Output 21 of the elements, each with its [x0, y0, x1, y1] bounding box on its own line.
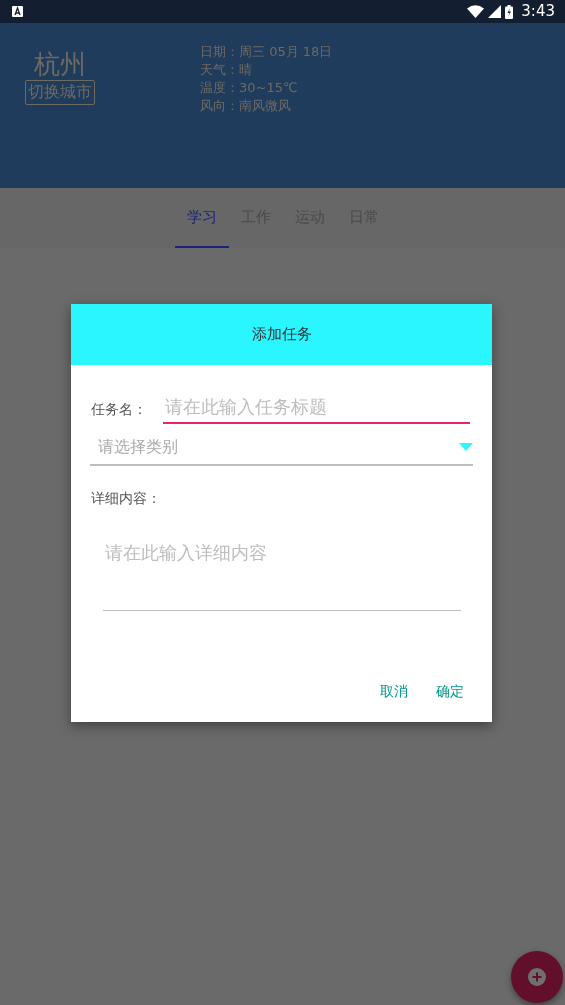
clock-time: 3:43: [521, 1, 555, 23]
plus-icon: [528, 968, 546, 986]
field-label: 任务名：: [91, 400, 147, 419]
add-button[interactable]: [511, 951, 563, 1003]
weather-info: 日期：周三 05月 18日: [200, 43, 333, 61]
signal-icon: [488, 5, 502, 18]
dialog-title: 添加任务: [71, 304, 492, 365]
cancel-button[interactable]: 取消: [378, 677, 410, 706]
weather-info: 风向：南风微风: [200, 97, 292, 115]
confirm-button[interactable]: 确定: [434, 677, 466, 706]
category-dropdown[interactable]: 请选择类别: [90, 430, 473, 466]
app-notification-icon: [12, 6, 23, 17]
weather-info: 温度：30~15℃: [200, 79, 299, 97]
city-name: 杭州: [34, 49, 86, 81]
battery-icon: [505, 4, 514, 19]
category-tab[interactable]: 学习: [174, 188, 229, 248]
switch-city-button[interactable]: 切换城市: [25, 80, 95, 105]
wifi-icon: [467, 5, 485, 18]
field-label: 详细内容：: [90, 489, 162, 508]
weather-info: 天气：晴: [200, 61, 253, 79]
dropdown-caret-icon: [459, 443, 473, 451]
